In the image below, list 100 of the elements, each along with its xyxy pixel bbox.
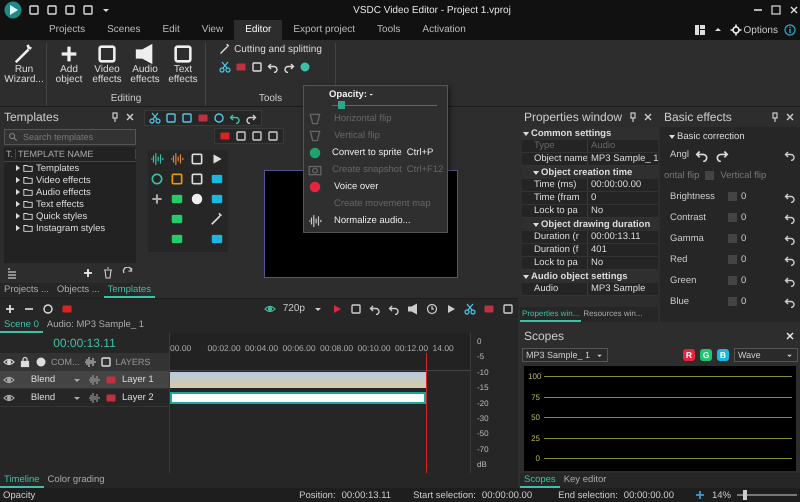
list-icon[interactable]	[6, 267, 18, 279]
info-icon[interactable]	[784, 24, 796, 36]
rotate-right-icon[interactable]	[283, 61, 296, 73]
trash-icon[interactable]	[102, 267, 114, 279]
search-field[interactable]: Search templates	[21, 131, 132, 143]
panel-tab[interactable]: Objects ...	[52, 283, 104, 298]
menu-tab[interactable]: Export project	[282, 20, 366, 40]
add-icon[interactable]	[82, 267, 94, 279]
waveform-icon[interactable]	[88, 392, 100, 404]
ribbon-button[interactable]: Audio effects	[127, 43, 163, 93]
menu-tab[interactable]: Projects	[38, 20, 96, 40]
ribbon-button[interactable]: Text effects	[165, 43, 201, 93]
effect-value[interactable]: 0	[728, 233, 754, 244]
play-icon[interactable]	[331, 302, 343, 314]
property-value[interactable]: MP3 Sample	[588, 283, 658, 295]
panel-tab[interactable]: Properties win...	[520, 307, 582, 322]
close-icon[interactable]	[642, 111, 654, 123]
zoom-in-icon[interactable]	[4, 302, 16, 314]
tree-item[interactable]: Templates	[4, 162, 136, 174]
video-clip[interactable]	[170, 372, 426, 388]
rectangle-icon[interactable]	[210, 232, 224, 246]
column-header[interactable]: T.	[4, 149, 16, 159]
close-icon[interactable]	[784, 111, 796, 123]
property-value[interactable]: No	[588, 205, 658, 217]
reset-icon[interactable]	[784, 212, 796, 224]
effect-value[interactable]: 0	[728, 212, 754, 223]
menu-item[interactable]: Convert to sprite Ctrl+P	[304, 144, 447, 161]
resolution-selector[interactable]: 720p	[282, 303, 305, 314]
menu-tab[interactable]: Editor	[234, 20, 282, 40]
expand-arrow-icon[interactable]	[16, 213, 20, 219]
menu-tab[interactable]: View	[190, 20, 234, 40]
menu-tab[interactable]: Tools	[366, 20, 412, 40]
expand-arrow-icon[interactable]	[16, 201, 20, 207]
property-value[interactable]: 00:00:13.11	[588, 231, 658, 243]
menu-tab[interactable]: Scenes	[96, 20, 152, 40]
volume-icon[interactable]	[407, 302, 419, 314]
audio-clip[interactable]	[170, 392, 426, 404]
layer-row[interactable]: Blend Layer 2	[0, 389, 169, 407]
channel-toggle[interactable]: R	[683, 349, 695, 361]
effect-value[interactable]: 0	[728, 191, 754, 202]
source-dropdown[interactable]: MP3 Sample_ 1	[522, 348, 608, 362]
expand-arrow-icon[interactable]	[16, 177, 20, 183]
menu-tab[interactable]: Edit	[151, 20, 191, 40]
reset-icon[interactable]	[784, 254, 796, 266]
reset-icon[interactable]	[784, 190, 796, 202]
panel-tab[interactable]: Resources win...	[581, 307, 644, 322]
close-icon[interactable]	[788, 4, 800, 16]
run-wizard-button[interactable]: Run Wizard...	[6, 43, 42, 85]
line-icon[interactable]	[210, 212, 224, 226]
rotate-left-icon[interactable]	[267, 61, 280, 73]
reset-icon[interactable]	[784, 148, 796, 160]
waveform-icon[interactable]	[88, 374, 100, 386]
clock-icon[interactable]	[426, 302, 438, 314]
menu-item[interactable]: Voice over	[304, 178, 447, 195]
scissors-icon[interactable]	[464, 302, 476, 314]
property-value[interactable]: 0	[588, 192, 658, 204]
panel-tab[interactable]: Key editor	[560, 473, 610, 488]
menu-item[interactable]: Normalize audio...	[304, 212, 447, 229]
expand-arrow-icon[interactable]	[16, 189, 20, 195]
property-value[interactable]: No	[588, 257, 658, 269]
close-icon[interactable]	[124, 111, 136, 123]
circle-icon[interactable]	[213, 112, 225, 124]
options-button[interactable]: Options	[730, 24, 778, 36]
expand-arrow-icon[interactable]	[16, 165, 20, 171]
menu-tab[interactable]: Activation	[411, 20, 477, 40]
lock-icon[interactable]	[19, 356, 31, 368]
tree-item[interactable]: Quick styles	[4, 210, 136, 222]
effect-value[interactable]: 0	[728, 296, 754, 307]
ribbon-button[interactable]: Video effects	[89, 43, 125, 93]
column-header[interactable]: TEMPLATE NAME	[16, 149, 136, 159]
checkbox[interactable]	[705, 171, 714, 180]
panel-tab[interactable]: Projects ...	[0, 283, 53, 298]
undo-icon[interactable]	[388, 302, 400, 314]
close-icon[interactable]	[784, 330, 796, 342]
search-box[interactable]: Search templates	[4, 129, 136, 145]
tree-item[interactable]: Instagram styles	[4, 222, 136, 234]
visibility-icon[interactable]	[3, 356, 15, 368]
scissors-icon[interactable]	[149, 112, 161, 124]
property-value[interactable]: 00:00:00.00	[588, 179, 658, 191]
scissors-icon[interactable]	[219, 61, 232, 73]
mode-dropdown[interactable]: Wave	[734, 348, 798, 362]
rectangle-icon[interactable]	[210, 172, 224, 186]
cutting-splitting-button[interactable]: Cutting and splitting	[219, 43, 322, 55]
property-value[interactable]: 401	[588, 244, 658, 256]
scene-tab[interactable]: Audio: MP3 Sample_ 1	[42, 318, 148, 333]
tree-item[interactable]: Video effects	[4, 174, 136, 186]
tree-item[interactable]: Audio effects	[4, 186, 136, 198]
tree-item[interactable]: Text effects	[4, 198, 136, 210]
reset-icon[interactable]	[784, 274, 796, 286]
layout-icon[interactable]	[694, 24, 706, 36]
effect-value[interactable]: 0	[728, 254, 754, 265]
maximize-icon[interactable]	[770, 4, 782, 16]
scene-tab[interactable]: Scene 0	[0, 318, 43, 333]
panel-tab[interactable]: Color grading	[44, 473, 109, 488]
reset-icon[interactable]	[784, 296, 796, 308]
reset-icon[interactable]	[784, 232, 796, 244]
redo-icon[interactable]	[245, 112, 257, 124]
section-header[interactable]: Basic correction	[664, 130, 796, 143]
property-value[interactable]: MP3 Sample_ 1	[588, 153, 658, 165]
layer-row[interactable]: Blend Layer 1	[0, 371, 169, 389]
